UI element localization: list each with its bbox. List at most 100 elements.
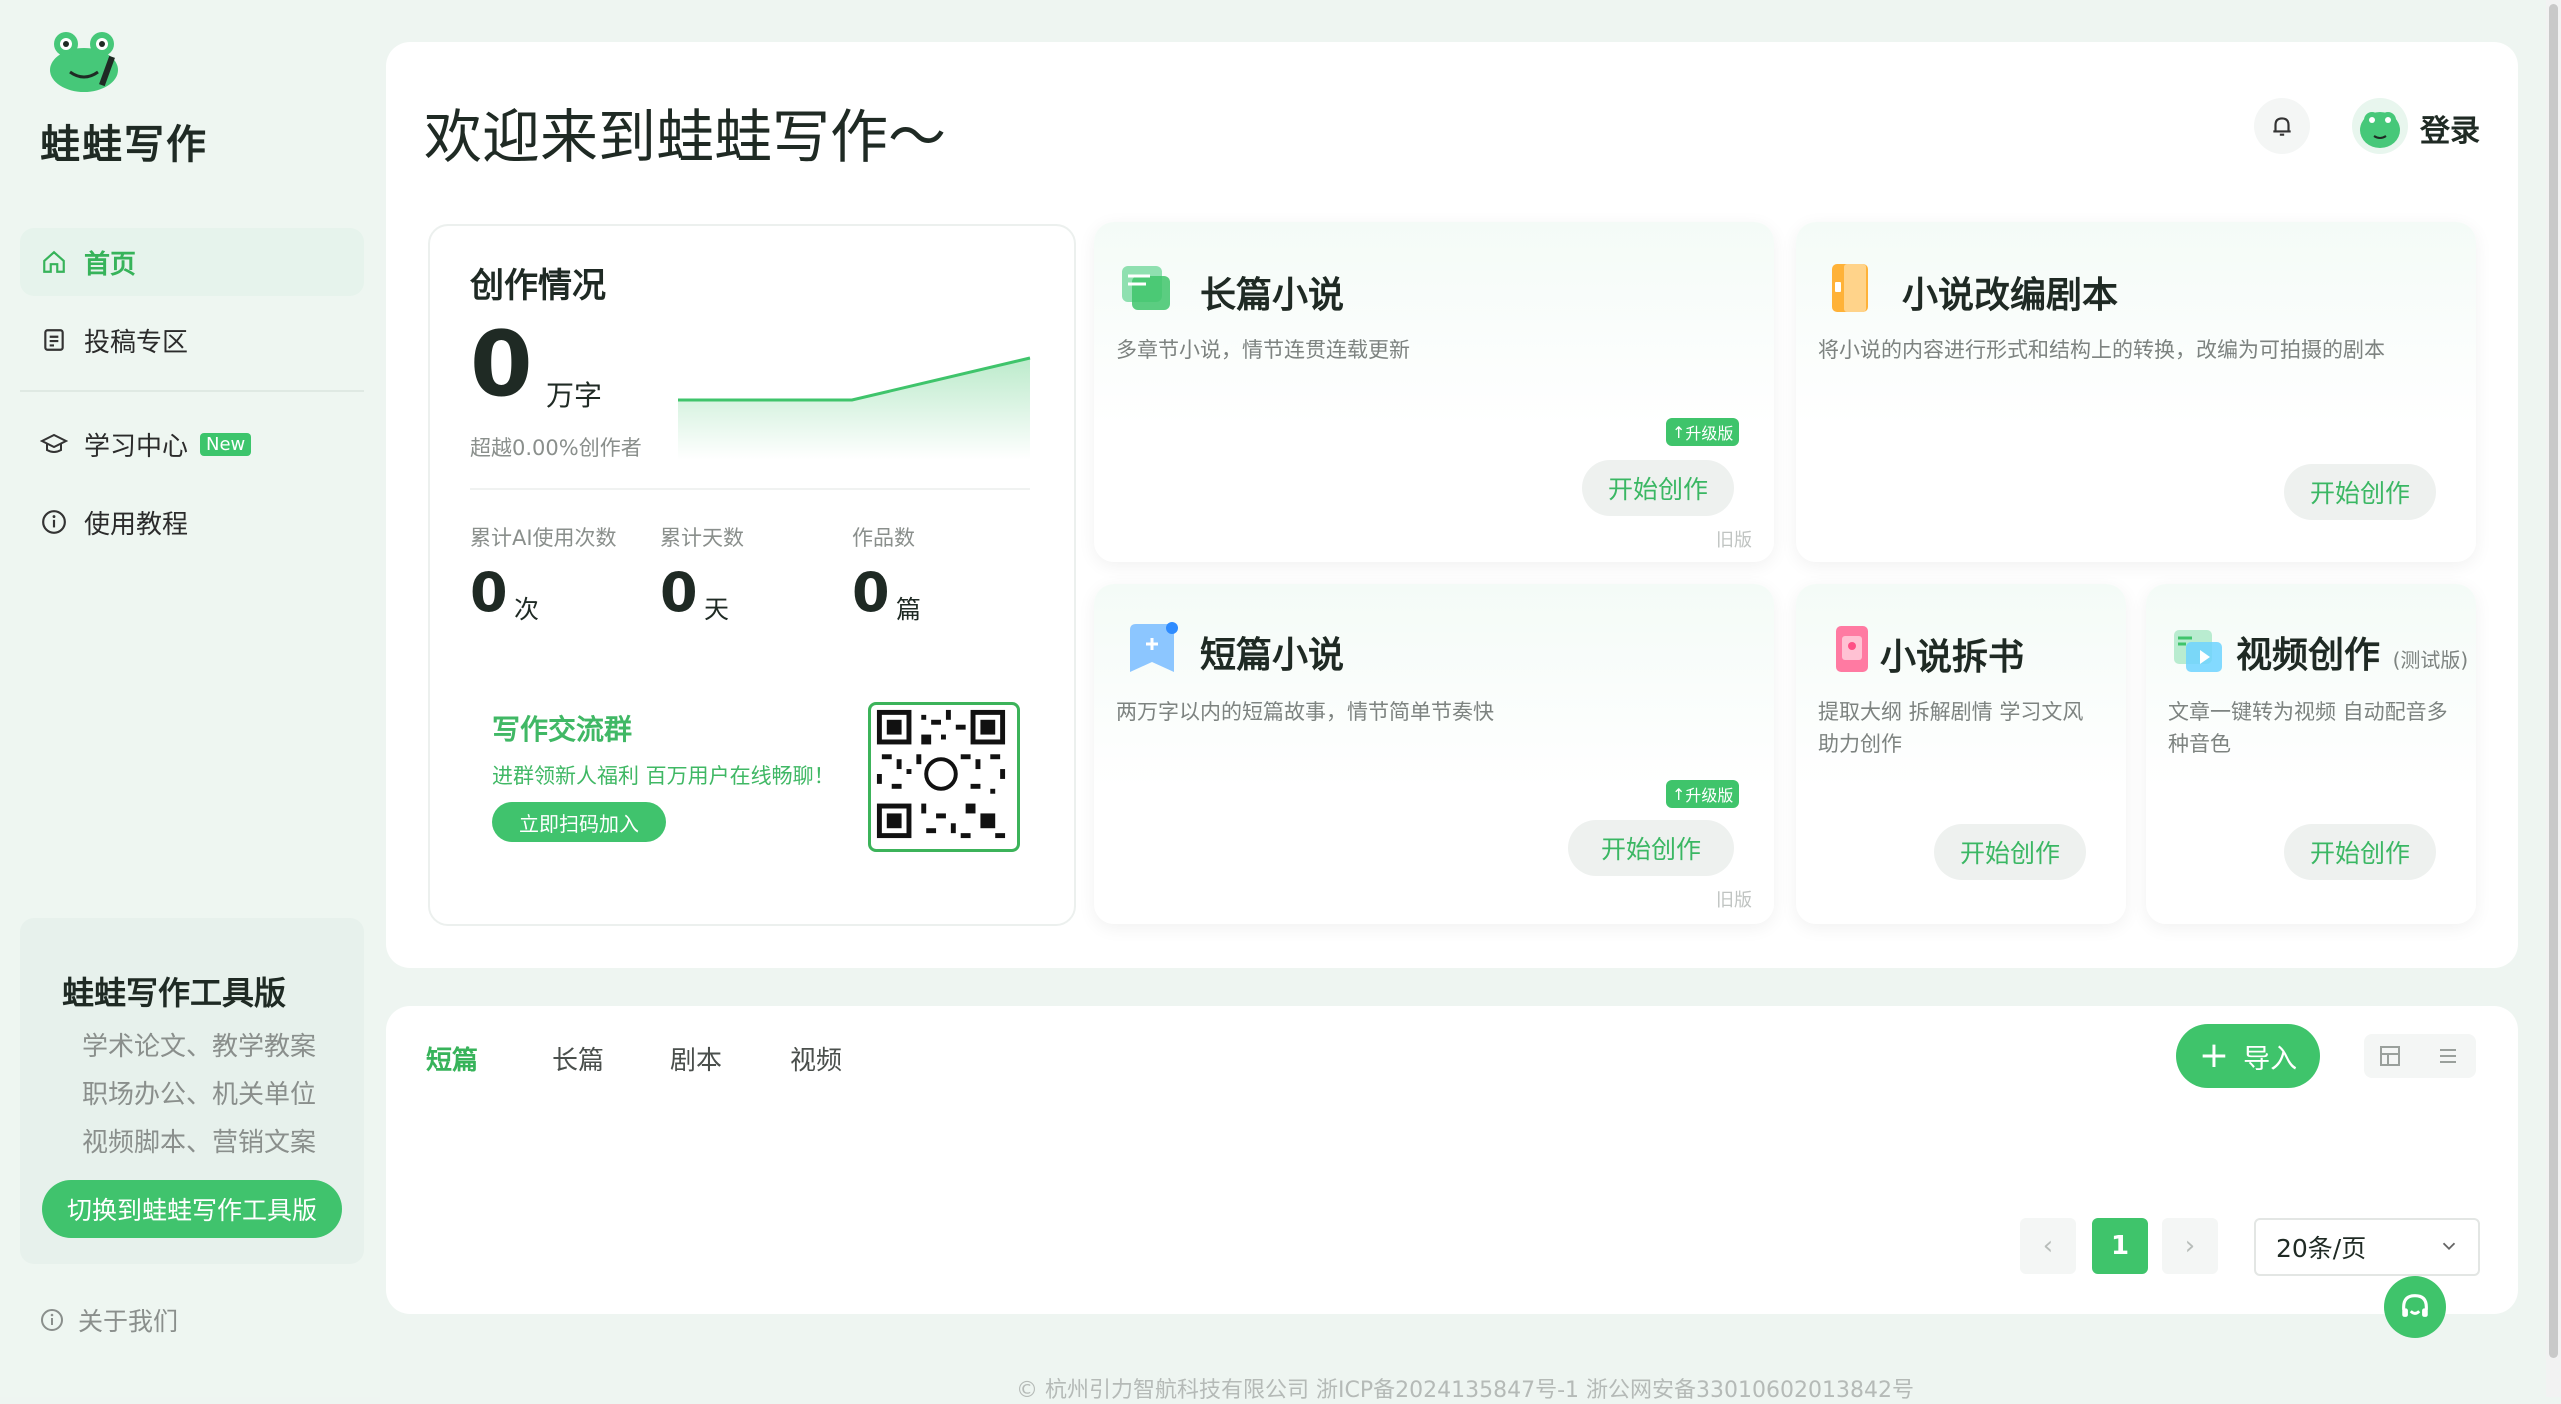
works-unit: 篇 xyxy=(896,595,922,624)
upgrade-badge: ↑ 升级版 xyxy=(1666,780,1740,808)
days-unit: 天 xyxy=(704,595,730,624)
long-novel-title: 长篇小说 xyxy=(1200,275,1345,316)
qr-code-image xyxy=(868,702,1020,852)
words-count: 0 xyxy=(470,312,533,417)
long-novel-desc: 多章节小说，情节连贯连载更新 xyxy=(1116,338,1410,362)
short-novel-start-button[interactable]: 开始创作 xyxy=(1568,820,1734,876)
info-icon xyxy=(40,1308,64,1332)
info-icon xyxy=(40,508,68,536)
sidebar-item-label: 投稿专区 xyxy=(84,327,189,358)
graduation-cap-icon xyxy=(40,430,68,458)
import-button[interactable]: + 导入 xyxy=(2176,1024,2320,1088)
sidebar-item-label: 使用教程 xyxy=(84,509,189,540)
scan-join-button[interactable]: 立即扫码加入 xyxy=(492,802,666,842)
feature-short-novel-card[interactable]: 短篇小说 两万字以内的短篇故事，情节简单节奏快 ↑ 升级版 开始创作 旧版 xyxy=(1094,584,1774,924)
long-novel-old-version-link[interactable]: 旧版 xyxy=(1716,526,1752,552)
ai-usage-unit: 次 xyxy=(514,595,540,624)
sidebar-item-tutorial[interactable]: 使用教程 xyxy=(20,488,364,556)
feature-split-book-card[interactable]: 小说拆书 提取大纲 拆解剧情 学习文风 助力创作 开始创作 xyxy=(1796,584,2126,924)
upgrade-badge-label: 升级版 xyxy=(1685,786,1734,805)
tab-long[interactable]: 长篇 xyxy=(552,1040,604,1077)
next-page-button[interactable]: › xyxy=(2162,1218,2218,1274)
frog-logo-icon[interactable] xyxy=(44,26,124,96)
tab-short[interactable]: 短篇 xyxy=(426,1040,478,1077)
feature-adapt-script-card[interactable]: 小说改编剧本 将小说的内容进行形式和结构上的转换，改编为可拍摄的剧本 开始创作 xyxy=(1796,222,2476,562)
sidebar-item-home[interactable]: 首页 xyxy=(20,228,364,296)
feature-video-card[interactable]: 视频创作 (测试版) 文章一键转为视频 自动配音多种音色 开始创作 xyxy=(2146,584,2476,924)
beyond-rate: 超越0.00%创作者 xyxy=(470,436,642,460)
page-number-button[interactable]: 1 xyxy=(2092,1218,2148,1274)
days-value: 0 xyxy=(660,561,698,624)
chevron-down-icon xyxy=(2438,1234,2460,1263)
short-novel-old-version-link[interactable]: 旧版 xyxy=(1716,886,1752,912)
page-title: 欢迎来到蛙蛙写作～ xyxy=(424,103,947,171)
login-button[interactable]: 登录 xyxy=(2420,106,2480,150)
split-book-desc: 提取大纲 拆解剧情 学习文风 助力创作 xyxy=(1818,700,2084,756)
promo-line: 视频脚本、营销文案 xyxy=(82,1128,317,1158)
short-novel-desc: 两万字以内的短篇故事，情节简单节奏快 xyxy=(1116,700,1494,724)
chevron-right-icon: › xyxy=(2184,1231,2196,1261)
sidebar-item-label: 学习中心 xyxy=(84,431,189,462)
script-book-icon xyxy=(1832,264,1868,312)
video-start-button[interactable]: 开始创作 xyxy=(2284,824,2436,880)
chevron-left-icon: ‹ xyxy=(2042,1231,2054,1261)
footer-copyright: © 杭州引力智航科技有限公司 浙ICP备2024135847号-1 浙公网安备3… xyxy=(1016,1378,1914,1403)
avatar[interactable] xyxy=(2350,96,2410,156)
grid-view-icon[interactable] xyxy=(2378,1044,2402,1072)
split-book-title: 小说拆书 xyxy=(1880,637,2025,678)
sidebar-item-submission[interactable]: 投稿专区 xyxy=(20,306,364,374)
stats-divider xyxy=(470,488,1030,490)
upgrade-badge-label: 升级版 xyxy=(1685,424,1734,443)
community-title: 写作交流群 xyxy=(492,713,633,746)
video-title-text: 视频创作 xyxy=(2236,635,2381,676)
scrollbar-thumb[interactable] xyxy=(2549,4,2558,1358)
works-label: 作品数 xyxy=(852,526,915,550)
video-title: 视频创作 (测试版) xyxy=(2236,626,2468,678)
ai-usage-value: 0 xyxy=(470,561,508,624)
ai-usage-label: 累计AI使用次数 xyxy=(470,526,617,550)
bell-icon xyxy=(2273,117,2291,136)
import-label: 导入 xyxy=(2243,1043,2298,1075)
tab-script[interactable]: 剧本 xyxy=(670,1040,722,1077)
new-badge: New xyxy=(200,432,252,456)
about-us-link[interactable]: 关于我们 xyxy=(40,1302,178,1338)
promo-line: 职场办公、机关单位 xyxy=(82,1080,317,1110)
split-book-start-button[interactable]: 开始创作 xyxy=(1934,824,2086,880)
sidebar-divider xyxy=(20,390,364,392)
promo-line: 学术论文、教学教案 xyxy=(82,1032,317,1062)
adapt-script-desc: 将小说的内容进行形式和结构上的转换，改编为可拍摄的剧本 xyxy=(1818,338,2385,362)
video-desc: 文章一键转为视频 自动配音多种音色 xyxy=(2168,700,2448,756)
switch-toolbox-button[interactable]: 切换到蛙蛙写作工具版 xyxy=(42,1180,342,1238)
list-view-icon[interactable] xyxy=(2436,1044,2460,1072)
tab-video[interactable]: 视频 xyxy=(790,1040,842,1077)
headset-icon xyxy=(2402,1294,2428,1317)
about-us-label: 关于我们 xyxy=(78,1307,179,1336)
stats-title: 创作情况 xyxy=(470,266,606,306)
long-novel-icon xyxy=(1122,266,1170,310)
page-size-value: 20条/页 xyxy=(2276,1234,2367,1263)
community-subtitle: 进群领新人福利 百万用户在线畅聊！ xyxy=(492,764,835,788)
adapt-script-start-button[interactable]: 开始创作 xyxy=(2284,464,2436,520)
prev-page-button[interactable]: ‹ xyxy=(2020,1218,2076,1274)
words-unit: 万字 xyxy=(546,379,603,412)
plus-icon: + xyxy=(2198,1035,2230,1076)
sidebar-item-label: 首页 xyxy=(84,249,137,280)
notification-bell-button[interactable] xyxy=(2254,98,2310,154)
split-book-icon xyxy=(1836,626,1868,672)
adapt-script-title: 小说改编剧本 xyxy=(1902,275,2119,316)
view-toggle xyxy=(2364,1034,2476,1078)
short-novel-icon xyxy=(1130,622,1178,672)
feature-long-novel-card[interactable]: 长篇小说 多章节小说，情节连贯连载更新 ↑ 升级版 开始创作 旧版 xyxy=(1094,222,1774,562)
works-value: 0 xyxy=(852,561,890,624)
app-name: 蛙蛙写作 xyxy=(40,122,208,168)
upgrade-badge: ↑ 升级版 xyxy=(1666,418,1740,446)
long-novel-start-button[interactable]: 开始创作 xyxy=(1582,460,1734,516)
sidebar-item-learning[interactable]: 学习中心 New xyxy=(20,410,364,478)
promo-title: 蛙蛙写作工具版 xyxy=(62,974,287,1012)
page-size-select[interactable]: 20条/页 xyxy=(2254,1218,2480,1276)
customer-service-button[interactable] xyxy=(2384,1276,2446,1338)
beta-tag: (测试版) xyxy=(2392,648,2469,672)
short-novel-title: 短篇小说 xyxy=(1200,635,1345,676)
home-icon xyxy=(40,248,68,276)
days-label: 累计天数 xyxy=(660,526,744,550)
